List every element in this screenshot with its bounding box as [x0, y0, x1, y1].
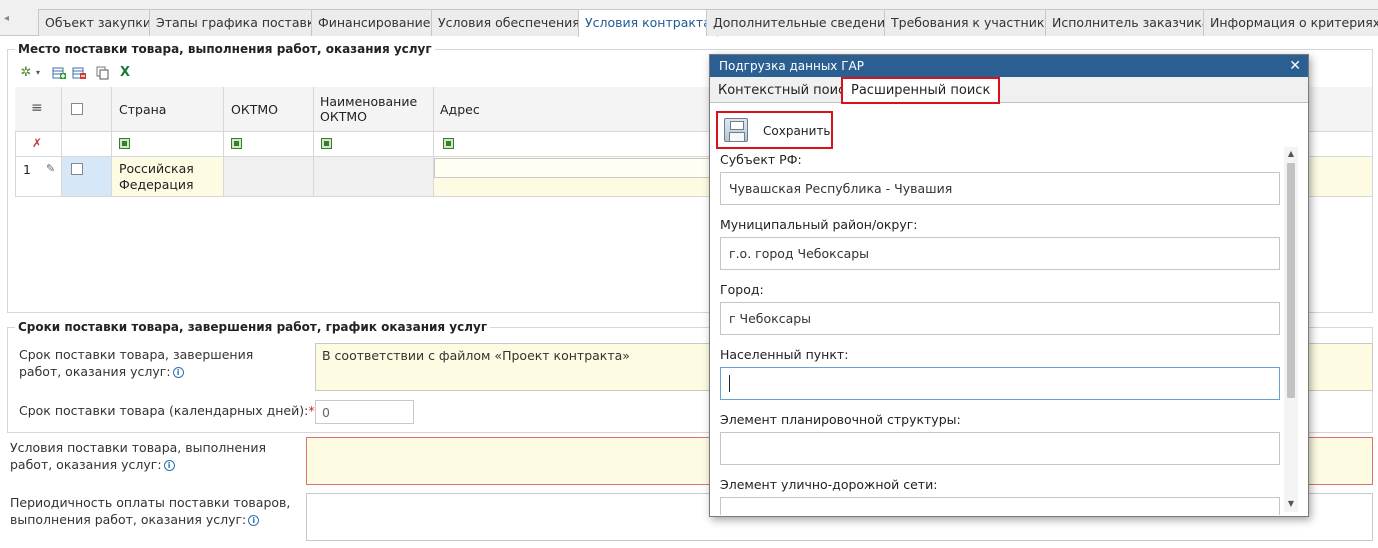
tab-security-conditions[interactable]: Условия обеспечения	[431, 9, 587, 36]
filter-cell-empty	[62, 132, 112, 157]
save-button-label: Сохранить	[763, 124, 831, 138]
filter-clear-icon[interactable]: ✗	[32, 136, 42, 150]
select-all-checkbox[interactable]	[71, 103, 83, 115]
excel-export-icon[interactable]: X	[118, 66, 132, 80]
filter-cell-oktmo	[224, 132, 314, 157]
column-header-oktmo-name[interactable]: Наименование ОКТМО	[314, 87, 434, 132]
filter-cell-oktmo-name	[314, 132, 434, 157]
filter-country-checkbox[interactable]	[119, 138, 130, 149]
scrollbar-thumb[interactable]	[1287, 163, 1295, 398]
close-icon[interactable]: ✕	[1289, 55, 1301, 77]
info-icon[interactable]: i	[172, 367, 184, 378]
filter-cell-country	[112, 132, 224, 157]
city-field[interactable]: г Чебоксары	[720, 302, 1280, 335]
tab-delivery-schedule[interactable]: Этапы графика поставки	[149, 9, 330, 36]
delivery-term-label: Срок поставки товара, завершения работ, …	[19, 346, 299, 380]
column-header-oktmo-name-label: Наименование ОКТМО	[320, 94, 418, 124]
address-edit-box[interactable]	[434, 158, 714, 178]
column-header-country-label: Страна	[119, 102, 167, 117]
settlement-field[interactable]	[720, 367, 1280, 400]
row-select-cell	[62, 157, 112, 197]
required-marker: *	[308, 403, 315, 418]
menu-icon[interactable]: ≡	[31, 100, 43, 116]
tab-advanced-search[interactable]: Расширенный поиск	[841, 77, 1001, 104]
cell-oktmo[interactable]	[224, 157, 314, 197]
delivery-terms-legend: Сроки поставки товара, завершения работ,…	[15, 320, 491, 334]
conditions-label: Условия поставки товара, выполнения рабо…	[10, 439, 295, 473]
table-row[interactable]: 1 ✎	[15, 157, 62, 197]
municipal-district-value: г.о. город Чебоксары	[729, 246, 870, 261]
delete-row-icon[interactable]	[72, 66, 86, 80]
chevron-down-icon[interactable]: ▾	[33, 66, 43, 80]
copy-icon[interactable]	[96, 66, 110, 80]
street-element-label: Элемент улично-дорожной сети:	[720, 477, 938, 492]
filter-oktmo-name-checkbox[interactable]	[321, 138, 332, 149]
municipal-district-field[interactable]: г.о. город Чебоксары	[720, 237, 1280, 270]
tab-participant-requirements[interactable]: Требования к участнику	[884, 9, 1059, 36]
planning-structure-label: Элемент планировочной структуры:	[720, 412, 961, 427]
dialog-tab-bar: Контекстный поиск Расширенный поиск	[710, 77, 1308, 104]
filter-oktmo-checkbox[interactable]	[231, 138, 242, 149]
delivery-days-label: Срок поставки товара (календарных дней):…	[19, 402, 315, 419]
tab-additional-info[interactable]: Дополнительные сведения	[706, 9, 900, 36]
column-header-oktmo-label: ОКТМО	[231, 102, 278, 117]
save-button[interactable]: Сохранить	[716, 111, 833, 149]
scroll-down-icon[interactable]: ▼	[1284, 499, 1298, 508]
filter-clear-cell[interactable]: ✗	[15, 132, 62, 157]
subject-rf-value: Чувашская Республика - Чувашия	[729, 181, 953, 196]
row-number: 1	[23, 162, 31, 177]
cell-country[interactable]: Российская Федерация	[112, 157, 224, 197]
info-icon[interactable]: i	[248, 515, 260, 526]
grid-select-all-cell	[62, 87, 112, 132]
delivery-term-label-text: Срок поставки товара, завершения работ, …	[19, 347, 254, 379]
add-row-icon[interactable]	[52, 66, 66, 80]
text-caret	[729, 375, 730, 392]
tab-context-search[interactable]: Контекстный поиск	[710, 79, 861, 103]
tab-customer-executor[interactable]: Исполнитель заказчика	[1045, 9, 1217, 36]
tab-procurement-object[interactable]: Объект закупки	[38, 9, 158, 36]
delivery-term-value: В соответствии с файлом «Проект контракт…	[322, 348, 630, 363]
row-checkbox[interactable]	[71, 163, 83, 175]
top-tab-bar: ◂ Объект закупки Этапы графика поставки …	[0, 0, 1378, 37]
scroll-up-icon[interactable]: ▲	[1284, 149, 1298, 158]
street-element-field[interactable]	[720, 497, 1280, 515]
info-icon[interactable]: i	[163, 460, 175, 471]
periodicity-label: Периодичность оплаты поставки товаров, в…	[10, 494, 295, 528]
tab-contract-conditions[interactable]: Условия контракта	[578, 9, 718, 37]
filter-address-checkbox[interactable]	[443, 138, 454, 149]
settings-gear-icon[interactable]: ✲	[19, 66, 33, 80]
conditions-label-text: Условия поставки товара, выполнения рабо…	[10, 440, 266, 472]
gar-import-dialog: Подгрузка данных ГАР ✕ Контекстный поиск…	[709, 54, 1309, 517]
delivery-days-value: 0	[322, 405, 330, 420]
municipal-district-label: Муниципальный район/округ:	[720, 217, 918, 232]
column-header-address-label: Адрес	[440, 102, 480, 117]
subject-rf-label: Субъект РФ:	[720, 152, 802, 167]
grid-menu-cell[interactable]: ≡	[15, 87, 62, 132]
tab-financing[interactable]: Финансирование	[311, 9, 438, 36]
column-header-country[interactable]: Страна	[112, 87, 224, 132]
city-label: Город:	[720, 282, 764, 297]
edit-pencil-icon[interactable]: ✎	[46, 162, 55, 175]
settlement-label: Населенный пункт:	[720, 347, 849, 362]
dialog-title-bar: Подгрузка данных ГАР ✕	[710, 55, 1308, 77]
subject-rf-field[interactable]: Чувашская Республика - Чувашия	[720, 172, 1280, 205]
delivery-place-legend: Место поставки товара, выполнения работ,…	[15, 42, 435, 56]
cell-oktmo-name[interactable]	[314, 157, 434, 197]
dialog-title: Подгрузка данных ГАР	[719, 59, 864, 73]
column-header-oktmo[interactable]: ОКТМО	[224, 87, 314, 132]
floppy-disk-icon	[724, 118, 748, 142]
delivery-days-label-text: Срок поставки товара (календарных дней):	[19, 403, 309, 418]
tab-criteria-info[interactable]: Информация о критериях	[1203, 9, 1378, 36]
cell-country-value: Российская Федерация	[119, 161, 194, 192]
delivery-days-field[interactable]: 0	[315, 400, 414, 424]
planning-structure-field[interactable]	[720, 432, 1280, 465]
city-value: г Чебоксары	[729, 311, 812, 326]
dialog-scrollbar[interactable]: ▲ ▼	[1284, 147, 1298, 512]
tab-scroll-left-icon[interactable]: ◂	[4, 13, 9, 24]
